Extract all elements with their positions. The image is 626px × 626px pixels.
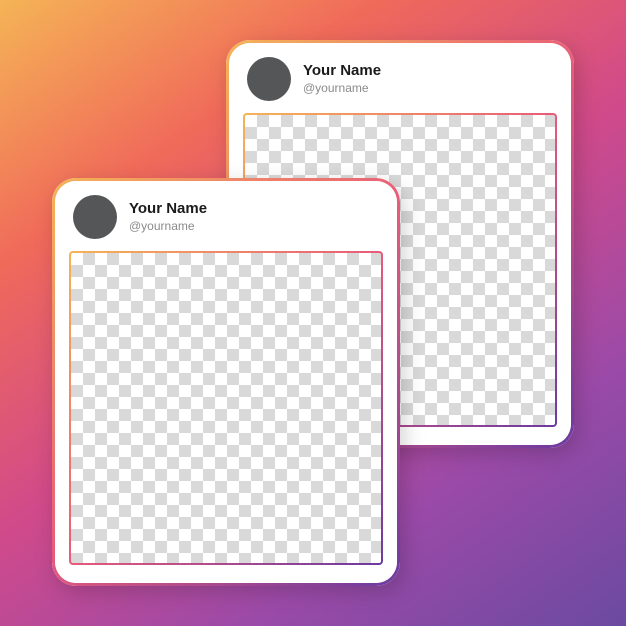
- user-handle: @yourname: [303, 81, 381, 95]
- display-name: Your Name: [303, 62, 381, 80]
- avatar[interactable]: [73, 195, 117, 239]
- transparency-checker: [71, 253, 381, 563]
- user-handle: @yourname: [129, 219, 207, 233]
- user-text: Your Name @yourname: [129, 200, 207, 233]
- user-text: Your Name @yourname: [303, 62, 381, 95]
- post-header: Your Name @yourname: [55, 181, 397, 251]
- post-image-placeholder[interactable]: [69, 251, 383, 565]
- post-header: Your Name @yourname: [229, 43, 571, 113]
- avatar[interactable]: [247, 57, 291, 101]
- post-card-front: Your Name @yourname: [52, 178, 400, 586]
- display-name: Your Name: [129, 200, 207, 218]
- card-inner: Your Name @yourname: [55, 181, 397, 583]
